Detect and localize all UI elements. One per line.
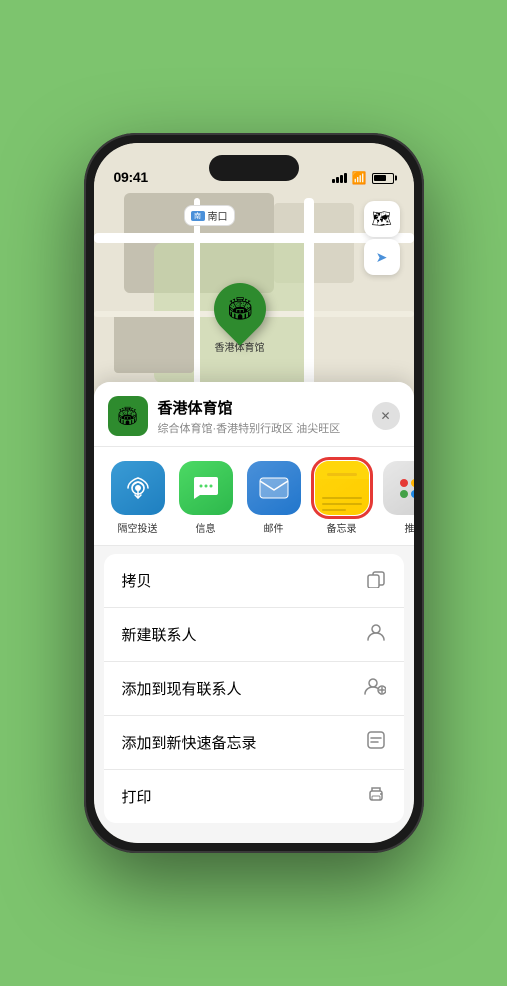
new-contact-icon	[366, 622, 386, 647]
action-add-notes[interactable]: 添加到新快速备忘录	[104, 716, 404, 770]
add-notes-icon	[366, 730, 386, 755]
mail-label: 邮件	[264, 520, 284, 535]
add-notes-label: 添加到新快速备忘录	[122, 732, 257, 753]
phone-frame: 09:41 📶	[84, 133, 424, 853]
map-type-icon: 🗺	[371, 209, 391, 229]
share-app-more[interactable]: 推	[380, 461, 414, 535]
sheet-header: 🏟 香港体育馆 综合体育馆·香港特别行政区 油尖旺区 ✕	[94, 382, 414, 447]
mail-icon	[247, 461, 301, 515]
add-existing-icon	[364, 676, 386, 701]
wifi-icon: 📶	[352, 171, 367, 185]
signal-bars-icon	[332, 173, 347, 183]
location-button[interactable]: ➤	[364, 239, 400, 275]
map-type-button[interactable]: 🗺	[364, 201, 400, 237]
more-label: 推	[405, 520, 414, 535]
bottom-sheet: 🏟 香港体育馆 综合体育馆·香港特别行政区 油尖旺区 ✕	[94, 382, 414, 843]
sheet-close-button[interactable]: ✕	[372, 402, 400, 430]
location-label-icon: 南	[191, 211, 205, 221]
close-icon: ✕	[380, 409, 390, 423]
status-icons: 📶	[332, 171, 394, 185]
add-existing-label: 添加到现有联系人	[122, 678, 242, 699]
new-contact-label: 新建联系人	[122, 624, 197, 645]
action-add-existing[interactable]: 添加到现有联系人	[104, 662, 404, 716]
share-app-notes[interactable]: 备忘录	[312, 461, 372, 535]
share-app-airdrop[interactable]: 隔空投送	[108, 461, 168, 535]
venue-subtitle: 综合体育馆·香港特别行政区 油尖旺区	[158, 420, 372, 436]
actions-container: 拷贝 新建联系人	[104, 554, 404, 823]
location-label-text: 南口	[208, 208, 228, 223]
venue-name: 香港体育馆	[158, 397, 372, 418]
notes-icon	[315, 461, 369, 515]
venue-icon: 🏟	[108, 396, 148, 436]
location-label: 南 南口	[184, 205, 235, 226]
battery-icon	[372, 173, 394, 184]
copy-icon	[366, 568, 386, 593]
venue-info: 香港体育馆 综合体育馆·香港特别行政区 油尖旺区	[158, 397, 372, 436]
copy-label: 拷贝	[122, 570, 152, 591]
pin-circle: 🏟	[203, 272, 277, 346]
print-icon	[366, 784, 386, 809]
phone-screen: 09:41 📶	[94, 143, 414, 843]
airdrop-icon	[111, 461, 165, 515]
print-label: 打印	[122, 786, 152, 807]
messages-icon	[179, 461, 233, 515]
map-controls: 🗺 ➤	[364, 201, 400, 275]
map-block-3	[114, 313, 194, 373]
notes-label: 备忘录	[327, 520, 357, 535]
action-print[interactable]: 打印	[104, 770, 404, 823]
location-arrow-icon: ➤	[376, 249, 388, 266]
stadium-pin[interactable]: 🏟 香港体育馆	[214, 283, 266, 354]
action-copy[interactable]: 拷贝	[104, 554, 404, 608]
venue-icon-emoji: 🏟	[116, 406, 139, 427]
more-icon	[383, 461, 414, 515]
share-app-mail[interactable]: 邮件	[244, 461, 304, 535]
share-app-messages[interactable]: 信息	[176, 461, 236, 535]
action-new-contact[interactable]: 新建联系人	[104, 608, 404, 662]
pin-stadium-icon: 🏟	[226, 296, 254, 322]
messages-label: 信息	[196, 520, 216, 535]
share-apps-row: 隔空投送 信息	[94, 447, 414, 546]
status-time: 09:41	[114, 169, 148, 185]
dynamic-island	[209, 155, 299, 181]
airdrop-label: 隔空投送	[118, 520, 158, 535]
